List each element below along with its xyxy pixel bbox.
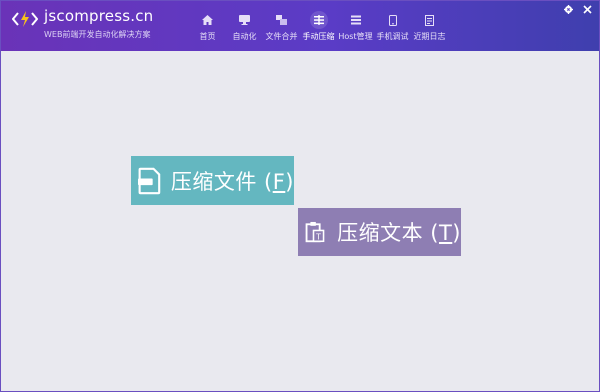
close-icon[interactable] xyxy=(582,4,593,15)
nav-item-file-merge[interactable]: 文件合并 xyxy=(263,1,300,51)
nav-item-manual-compress[interactable]: 手动压缩 xyxy=(300,1,337,51)
phone-icon xyxy=(385,12,401,28)
compress-text-label: 压缩文本 (T) xyxy=(337,221,461,245)
nav-item-automation[interactable]: 自动化 xyxy=(226,1,263,51)
app-window: jscompress.cn WEB前端开发自动化解决方案 首页 自动化 文件合并 xyxy=(0,0,600,392)
code-bolt-logo-icon xyxy=(12,11,38,27)
nav-label: 首页 xyxy=(199,32,216,41)
home-icon xyxy=(200,12,216,28)
compress-file-button[interactable]: 压缩文件 (F) xyxy=(131,156,294,205)
gear-icon[interactable] xyxy=(563,4,574,15)
compress-text-button[interactable]: T 压缩文本 (T) xyxy=(298,208,461,256)
app-tagline: WEB前端开发自动化解决方案 xyxy=(44,30,151,39)
app-name: jscompress.cn xyxy=(44,7,154,25)
title-bar: jscompress.cn WEB前端开发自动化解决方案 首页 自动化 文件合并 xyxy=(1,1,599,51)
nav-item-recent-logs[interactable]: 近期日志 xyxy=(411,1,448,51)
monitor-icon xyxy=(237,12,253,28)
log-icon xyxy=(422,12,438,28)
nav-item-mobile-debug[interactable]: 手机调试 xyxy=(374,1,411,51)
nav-label: Host管理 xyxy=(338,32,373,41)
file-icon xyxy=(138,167,161,194)
compress-icon xyxy=(309,11,328,29)
main-nav: 首页 自动化 文件合并 手动压缩 Host管理 手机调试 近期日志 xyxy=(189,1,448,51)
hotkey-t: T xyxy=(438,221,453,245)
clipboard-text-icon: T xyxy=(305,221,325,243)
nav-label: 文件合并 xyxy=(265,32,298,41)
hotkey-f: F xyxy=(272,169,286,194)
svg-text:T: T xyxy=(315,232,321,241)
nav-item-host-manage[interactable]: Host管理 xyxy=(337,1,374,51)
compress-file-label: 压缩文件 (F) xyxy=(170,169,294,194)
nav-label: 自动化 xyxy=(232,32,257,41)
nav-item-home[interactable]: 首页 xyxy=(189,1,226,51)
nav-label: 近期日志 xyxy=(413,32,446,41)
nav-label: 手机调试 xyxy=(376,32,409,41)
list-icon xyxy=(348,12,364,28)
merge-icon xyxy=(274,12,290,28)
nav-label: 手动压缩 xyxy=(302,32,335,41)
window-controls xyxy=(563,4,593,15)
